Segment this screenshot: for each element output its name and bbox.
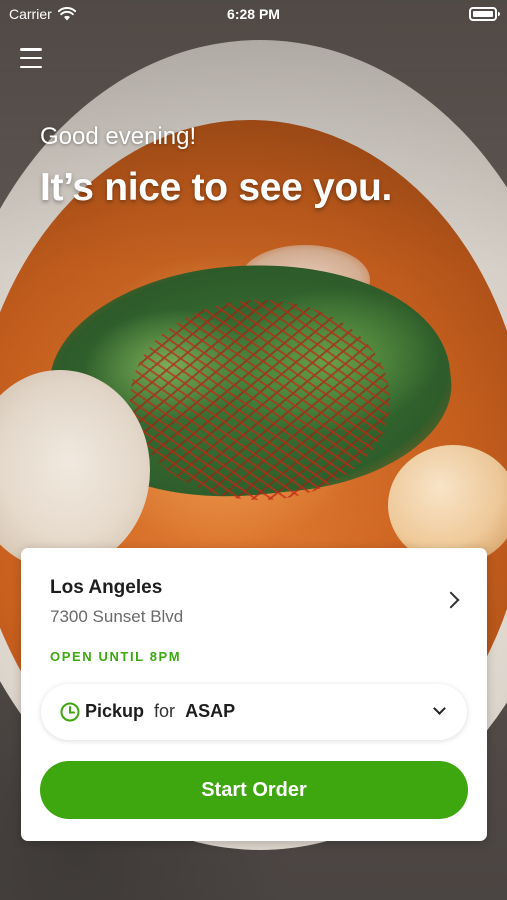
status-time: 6:28 PM [227, 6, 280, 22]
chevron-right-icon [442, 591, 460, 609]
order-mode-connector: for [154, 701, 176, 721]
menu-icon-line [20, 48, 42, 51]
location-name: Los Angeles [50, 577, 163, 598]
pickup-time-selector[interactable]: Pickup for ASAP [41, 684, 467, 740]
start-order-button[interactable]: Start Order [40, 761, 468, 819]
chevron-down-icon [433, 702, 446, 715]
menu-icon[interactable] [20, 48, 42, 68]
menu-icon-line [20, 56, 42, 60]
location-address: 7300 Sunset Blvd [50, 607, 184, 626]
open-status-label: OPEN UNTIL 8PM [50, 649, 182, 664]
order-card: Los Angeles 7300 Sunset Blvd OPEN UNTIL … [21, 548, 487, 841]
order-time-value: ASAP [185, 701, 236, 721]
location-selector[interactable]: Los Angeles 7300 Sunset Blvd [21, 548, 487, 643]
greeting-text: Good evening! [40, 123, 197, 150]
clock-icon [60, 702, 80, 722]
order-mode-value: Pickup [85, 701, 145, 721]
status-bar: Carrier 6:28 PM [0, 0, 507, 30]
menu-icon-line [20, 65, 42, 68]
welcome-headline: It’s nice to see you. [40, 166, 393, 209]
pickup-label: Pickup for ASAP [85, 701, 235, 722]
battery-icon [469, 7, 500, 21]
